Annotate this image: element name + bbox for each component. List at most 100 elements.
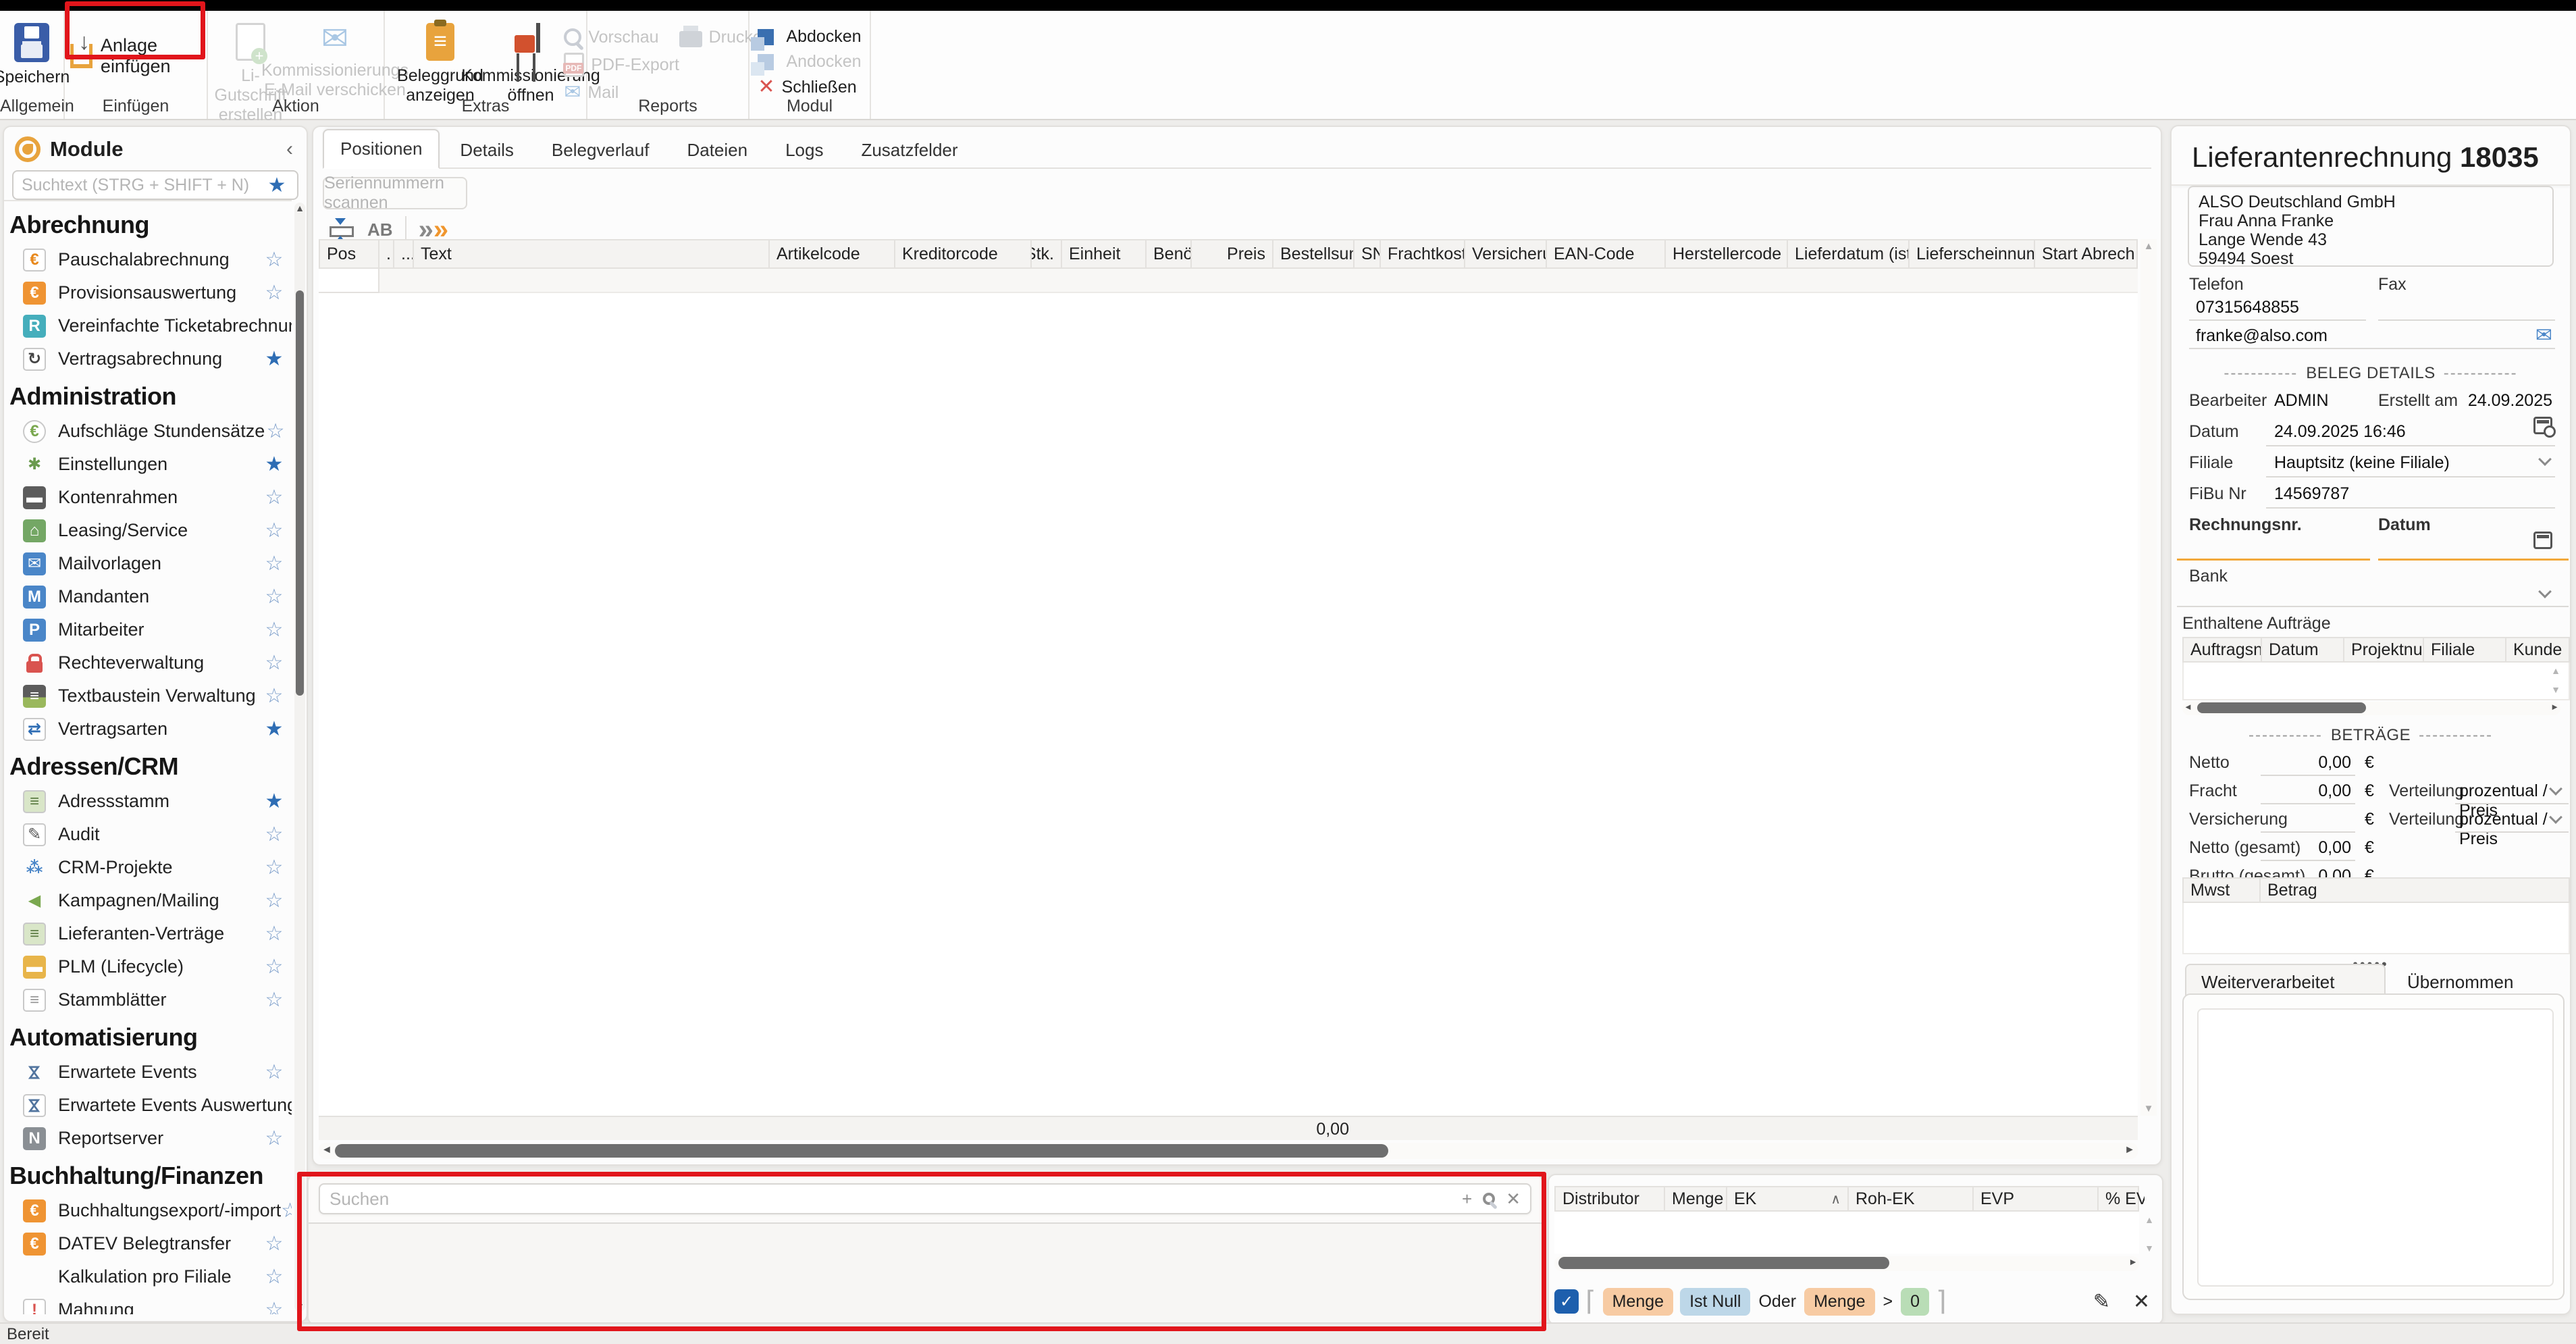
scroll-down-icon[interactable]: ▼ — [294, 1301, 305, 1312]
scroll-up-icon[interactable]: ▲ — [294, 203, 305, 213]
favorite-star-icon[interactable]: ★ — [262, 717, 286, 741]
favorite-star-icon[interactable]: ☆ — [262, 1232, 286, 1256]
column-header-sn[interactable]: SN — [1353, 240, 1379, 267]
column-header-kreditorcode[interactable]: Kreditorcode — [894, 240, 1030, 267]
sidebar-item-plm-lifecycle-[interactable]: ▬PLM (Lifecycle)☆ — [4, 950, 292, 983]
favorite-filter-icon[interactable]: ★ — [265, 174, 289, 197]
chevron-down-icon[interactable] — [2538, 453, 2552, 466]
sidebar-item-provisionsauswertung[interactable]: €Provisionsauswertung☆ — [4, 276, 292, 309]
tab-details[interactable]: Details — [442, 130, 531, 169]
column-header-einheit[interactable]: Einheit — [1061, 240, 1145, 267]
pencil-icon[interactable]: ✎ — [2093, 1290, 2110, 1314]
sidebar-item-vertragsarten[interactable]: ⇄Vertragsarten★ — [4, 713, 292, 746]
column-header-benö-[interactable]: Benö... — [1145, 240, 1190, 267]
favorite-star-icon[interactable]: ☆ — [262, 281, 286, 305]
undock-button[interactable]: Abdocken — [758, 27, 861, 47]
favorite-star-icon[interactable]: ☆ — [262, 618, 286, 642]
favorite-star-icon[interactable]: ☆ — [262, 889, 286, 912]
sidebar-item-aufschläge-stundensätze[interactable]: €Aufschläge Stundensätze☆ — [4, 415, 292, 448]
scroll-left-icon[interactable]: ◄ — [321, 1144, 332, 1156]
positions-hscrollbar[interactable]: ◄ ► — [319, 1143, 2138, 1159]
scroll-right-icon[interactable]: ► — [2124, 1144, 2135, 1156]
filter-chip-ist-null[interactable]: Ist Null — [1680, 1288, 1750, 1316]
positions-vscrollbar[interactable]: ▲ ▼ — [2140, 239, 2157, 1116]
filter-chip-menge[interactable]: Menge — [1804, 1288, 1874, 1316]
column-header-versicheru-[interactable]: Versicheru... — [1464, 240, 1546, 267]
envelope-icon[interactable]: ✉ — [2535, 324, 2552, 347]
tab-belegverlauf[interactable]: Belegverlauf — [534, 130, 667, 169]
column-header-stk-[interactable]: Stk. — [1030, 240, 1061, 267]
favorite-star-icon[interactable]: ☆ — [262, 1265, 286, 1289]
column-header-ek[interactable]: EK∧ — [1726, 1187, 1847, 1210]
sidebar-item-erwartete-events-auswertung[interactable]: ⋈Erwartete Events Auswertung☆ — [4, 1089, 292, 1122]
scroll-right-icon[interactable]: ► — [2128, 1256, 2138, 1267]
plus-icon[interactable]: + — [1462, 1190, 1472, 1208]
distributor-hscroll-thumb[interactable] — [1558, 1257, 1889, 1269]
column-header-pos[interactable]: Pos — [319, 240, 378, 267]
sidebar-collapse-icon[interactable]: ‹ — [282, 138, 297, 161]
scroll-left-icon[interactable]: ◄ — [2184, 702, 2192, 712]
sidebar-item-kampagnen-mailing[interactable]: ◀Kampagnen/Mailing☆ — [4, 884, 292, 917]
sidebar-item-lieferanten-verträge[interactable]: ≡Lieferanten-Verträge☆ — [4, 917, 292, 950]
column-header-preis[interactable]: Preis — [1190, 240, 1272, 267]
scroll-up-icon[interactable]: ▲ — [2140, 240, 2157, 252]
chevron-down-icon[interactable] — [2538, 585, 2552, 598]
column-header-start-abrechnung[interactable]: Start Abrechnung — [2034, 240, 2135, 267]
favorite-star-icon[interactable]: ☆ — [262, 684, 286, 708]
forward-arrows-icon[interactable]: »» — [419, 219, 449, 240]
column-header-filiale[interactable]: Filiale — [2423, 638, 2505, 661]
column-header-artikelcode[interactable]: Artikelcode — [768, 240, 894, 267]
favorite-star-icon[interactable]: ★ — [262, 347, 286, 371]
sidebar-scroll-thumb[interactable] — [296, 290, 304, 696]
sidebar-item-crm-projekte[interactable]: ⁂CRM-Projekte☆ — [4, 851, 292, 884]
favorite-star-icon[interactable]: ☆ — [262, 1060, 286, 1084]
calendar-icon[interactable] — [2533, 532, 2552, 549]
close-filter-icon[interactable]: ✕ — [2133, 1290, 2150, 1314]
favorite-star-icon[interactable]: ★ — [262, 790, 286, 813]
scroll-up-icon[interactable]: ▲ — [2551, 665, 2560, 676]
insert-attachment-button[interactable]: Anlage einfügen — [70, 35, 201, 77]
column-header-herstellercode[interactable]: Herstellercode — [1664, 240, 1787, 267]
column-header-ean-code[interactable]: EAN-Code — [1546, 240, 1664, 267]
favorite-star-icon[interactable]: ☆ — [262, 1127, 286, 1150]
sidebar-item-rechteverwaltung[interactable]: Rechteverwaltung☆ — [4, 646, 292, 679]
positions-new-row[interactable] — [319, 269, 2138, 293]
row-height-icon[interactable] — [328, 218, 355, 241]
sidebar-item-erwartete-events[interactable]: ⋈Erwartete Events☆ — [4, 1056, 292, 1089]
distributor-hscrollbar[interactable]: ► — [1554, 1256, 2139, 1271]
favorite-star-icon[interactable]: ☆ — [262, 486, 286, 509]
positions-hscroll-thumb[interactable] — [335, 1144, 1388, 1158]
column-header-betrag[interactable]: Betrag — [2259, 879, 2565, 902]
tab-logs[interactable]: Logs — [768, 130, 841, 169]
column-header-auftragsnu-[interactable]: Auftragsnu... — [2182, 638, 2261, 661]
favorite-star-icon[interactable]: ☆ — [262, 856, 286, 879]
scroll-right-icon[interactable]: ► — [2550, 702, 2559, 712]
favorite-star-icon[interactable]: ☆ — [262, 519, 286, 542]
column-header--[interactable]: . — [378, 240, 393, 267]
tab-dateien[interactable]: Dateien — [669, 130, 765, 169]
spellcheck-icon[interactable]: AB — [367, 219, 393, 240]
orders-table-body[interactable] — [2182, 663, 2570, 700]
column-header-kunde[interactable]: Kunde — [2505, 638, 2567, 661]
tab-positionen[interactable]: Positionen — [323, 129, 440, 169]
column-header-projektnu-[interactable]: Projektnu... — [2343, 638, 2423, 661]
scroll-down-icon[interactable]: ▼ — [2551, 684, 2560, 695]
distributor-table-body[interactable] — [1554, 1212, 2139, 1253]
favorite-star-icon[interactable]: ☆ — [262, 651, 286, 675]
filter-enabled-checkbox[interactable]: ✓ — [1554, 1289, 1579, 1314]
favorite-star-icon[interactable]: ☆ — [262, 823, 286, 846]
favorite-star-icon[interactable]: ☆ — [262, 248, 286, 272]
sidebar-item-einstellungen[interactable]: ✱Einstellungen★ — [4, 448, 292, 481]
column-header-frachtkosten[interactable]: Frachtkosten — [1379, 240, 1464, 267]
weiterverarbeitet-inner-box[interactable] — [2197, 1008, 2554, 1287]
datum-value[interactable]: 24.09.2025 16:46 — [2274, 422, 2406, 442]
sidebar-item-audit[interactable]: ✎Audit☆ — [4, 818, 292, 851]
column-header-roh-ek[interactable]: Roh-EK — [1847, 1187, 1972, 1210]
sidebar-item-datev-belegtransfer[interactable]: €DATEV Belegtransfer☆ — [4, 1227, 292, 1260]
close-module-button[interactable]: ✕ Schließen — [758, 77, 861, 97]
favorite-star-icon[interactable]: ☆ — [281, 1199, 292, 1222]
scroll-down-icon[interactable]: ▼ — [2145, 1243, 2154, 1253]
module-search-input[interactable] — [22, 176, 265, 195]
column-header-lieferscheinnummer[interactable]: Lieferscheinnummer — [1908, 240, 2034, 267]
save-button[interactable]: Speichern — [0, 18, 70, 87]
